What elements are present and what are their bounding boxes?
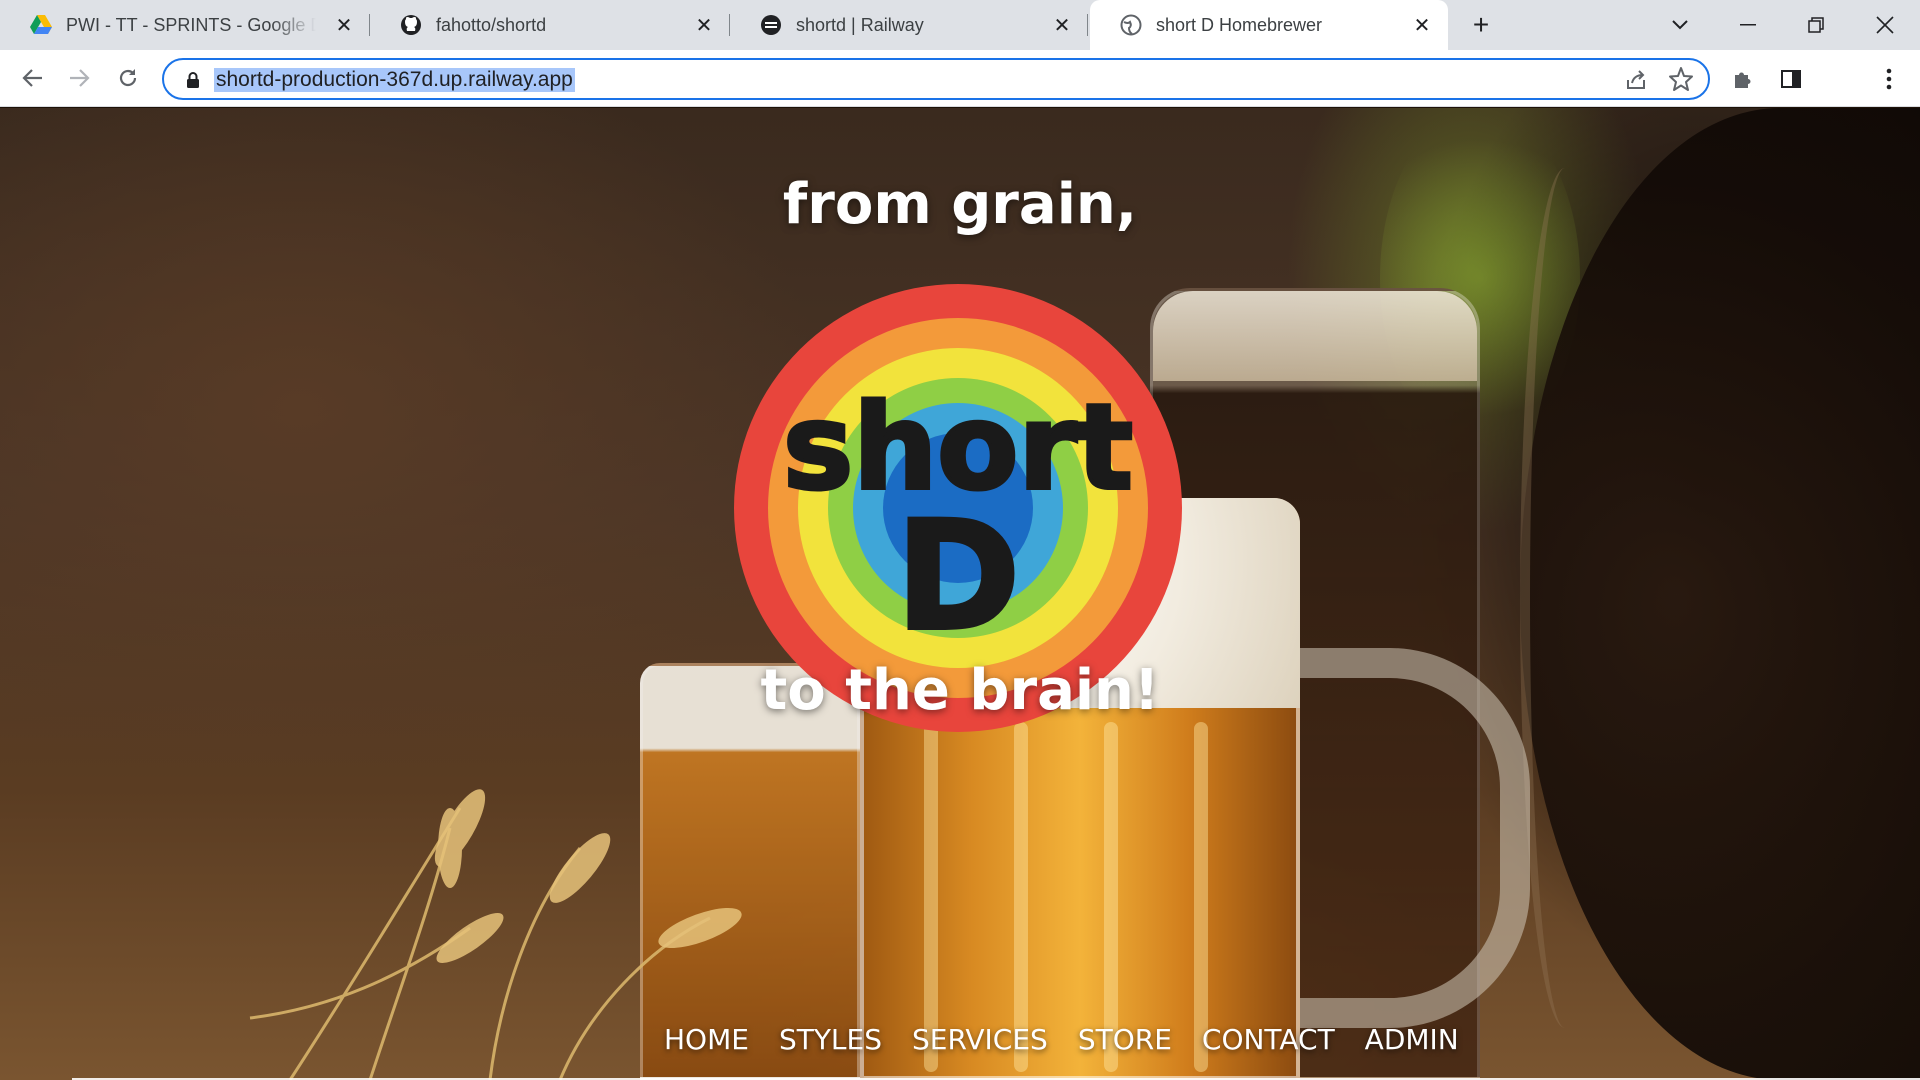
tab-title: short D Homebrewer [1156,14,1323,35]
tab-strip: PWI - TT - SPRINTS - Google Drive ✕ faho… [0,0,1920,50]
nav-contact-link[interactable]: CONTACT [1187,1023,1350,1071]
lock-icon[interactable] [184,71,202,89]
nav-home-link[interactable]: HOME [664,1023,764,1071]
new-tab-button[interactable]: + [1466,10,1496,40]
tab-short-d-homebrewer[interactable]: short D Homebrewer ✕ [1090,0,1448,50]
tab-search-chevron-down-icon[interactable] [1663,8,1697,42]
close-window-icon[interactable] [1868,8,1902,42]
nav-admin-link[interactable]: ADMIN [1350,1023,1474,1071]
nav-store-link[interactable]: STORE [1063,1023,1187,1071]
main-nav: HOME STYLES SERVICES STORE CONTACT ADMIN [664,1023,1474,1071]
side-panel-icon[interactable] [1776,64,1806,94]
address-bar[interactable]: shortd-production-367d.up.railway.app [162,58,1710,100]
globe-icon [1120,14,1142,36]
extensions-puzzle-icon[interactable] [1728,64,1758,94]
tab-github[interactable]: fahotto/shortd ✕ [370,0,730,50]
restore-icon[interactable] [1799,8,1833,42]
minimize-icon[interactable] [1731,8,1765,42]
tab-railway[interactable]: shortd | Railway ✕ [730,0,1088,50]
github-icon [400,14,422,36]
back-arrow-icon[interactable] [16,62,48,94]
more-menu-icon[interactable] [1874,64,1904,94]
hero-heading-top: from grain, [782,172,1138,237]
close-tab-icon[interactable]: ✕ [1050,13,1074,37]
url-text[interactable]: shortd-production-367d.up.railway.app [214,68,575,92]
nav-services-link[interactable]: SERVICES [897,1023,1063,1071]
tab-title: fahotto/shortd [436,14,547,35]
tab-google-drive[interactable]: PWI - TT - SPRINTS - Google Drive ✕ [0,0,370,50]
browser-toolbar: shortd-production-367d.up.railway.app [0,50,1920,146]
hero-heading-bottom: to the brain! [760,658,1160,723]
page-viewport: from grain, short D to the brain! HOME S… [0,108,1920,1080]
bookmark-star-icon[interactable] [1668,66,1694,92]
google-drive-icon [30,14,52,36]
close-tab-icon[interactable]: ✕ [332,13,356,37]
railway-icon [760,14,782,36]
share-icon[interactable] [1624,68,1648,92]
close-tab-icon[interactable]: ✕ [692,13,716,37]
reload-icon[interactable] [112,62,144,94]
forward-arrow-icon[interactable] [64,62,96,94]
barrel-ring-decoration [1520,168,1610,1028]
tab-title: PWI - TT - SPRINTS - Google Drive [66,14,316,35]
nav-styles-link[interactable]: STYLES [764,1023,897,1071]
logo-text-d: D [896,490,1021,664]
close-tab-icon[interactable]: ✕ [1410,13,1434,37]
tab-title: shortd | Railway [796,14,924,35]
